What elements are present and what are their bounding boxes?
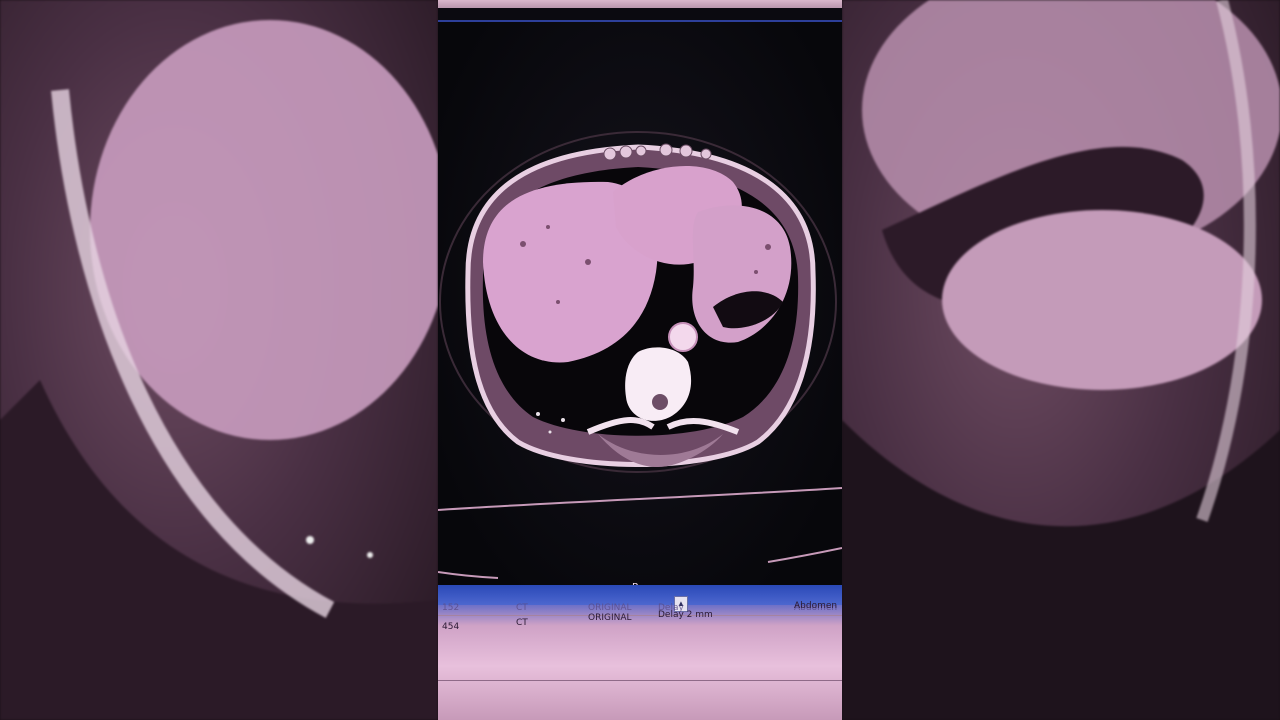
monitor-top-bezel bbox=[438, 0, 842, 8]
col-header-modality: CT bbox=[516, 603, 528, 613]
row-delay: Delay 2 mm bbox=[658, 610, 713, 620]
zoomed-scan-right bbox=[842, 0, 1280, 720]
row-series: Abdomen bbox=[794, 601, 838, 611]
row-modality: CT bbox=[516, 618, 528, 628]
ct-table-line bbox=[438, 487, 842, 511]
zoomed-scan-left bbox=[0, 20, 438, 720]
blurred-background-left bbox=[0, 0, 438, 720]
row-number: 454 bbox=[442, 622, 460, 632]
col-header-number: 152 bbox=[442, 603, 460, 613]
ct-monitor-photo: P ▲ 152 CT ORIGINAL Delay Abdomen 454 CT… bbox=[438, 0, 842, 720]
row-image-type: ORIGINAL bbox=[588, 613, 632, 623]
row-divider bbox=[438, 615, 842, 616]
series-info-panel: ▲ 152 CT ORIGINAL Delay Abdomen 454 CT O… bbox=[438, 585, 842, 720]
axial-ct-slice bbox=[438, 131, 842, 579]
blurred-background-right bbox=[842, 0, 1280, 720]
series-list-header-bar bbox=[438, 585, 842, 605]
ct-image-viewport[interactable] bbox=[438, 22, 842, 607]
col-header-type: ORIGINAL bbox=[588, 603, 632, 613]
aorta bbox=[668, 322, 698, 352]
panel-divider bbox=[438, 680, 842, 681]
